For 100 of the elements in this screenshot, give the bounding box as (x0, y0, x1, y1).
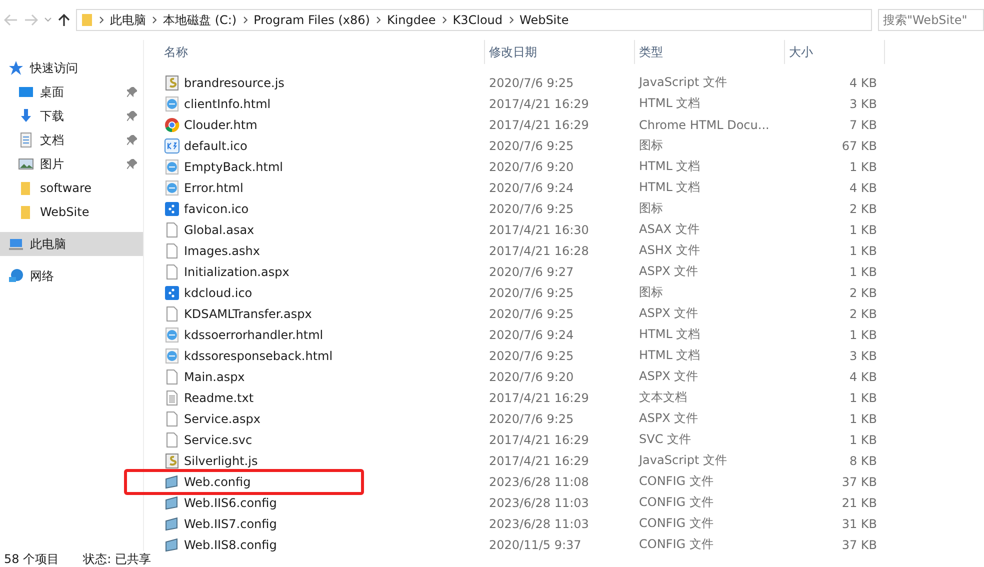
column-header[interactable]: 修改日期 (485, 40, 635, 64)
file-name[interactable]: Clouder.htm (184, 118, 258, 132)
browser-file-icon (164, 348, 180, 364)
up-arrow-icon[interactable] (58, 13, 70, 27)
file-name[interactable]: default.ico (184, 138, 248, 152)
chevron-icon (442, 16, 447, 24)
file-size: 4 KB (849, 180, 877, 194)
file-type: ASPX 文件 (639, 411, 698, 425)
blank-file-icon (164, 222, 180, 238)
search-field[interactable]: 搜索"WebSite" (878, 9, 984, 31)
file-name[interactable]: KDSAMLTransfer.aspx (184, 306, 312, 320)
sidebar-item[interactable]: 此电脑 (0, 232, 143, 256)
file-name[interactable]: Service.svc (184, 432, 252, 446)
ico-file-icon (164, 284, 180, 300)
column-header[interactable]: 名称 (160, 40, 485, 64)
file-type: ASPX 文件 (639, 306, 698, 320)
sidebar-item[interactable]: 图片 (0, 152, 143, 176)
file-size: 67 KB (842, 138, 877, 152)
file-name[interactable]: Silverlight.js (184, 454, 258, 468)
blank-file-icon (164, 368, 180, 384)
modified-date: 2020/7/6 9:24 (489, 328, 574, 342)
file-name[interactable]: Readme.txt (184, 390, 254, 404)
sidebar-label: WebSite (40, 205, 90, 219)
file-name[interactable]: Service.aspx (184, 412, 260, 426)
browser-file-icon (164, 326, 180, 342)
breadcrumb[interactable]: 此电脑 (110, 12, 146, 28)
file-size: 1 KB (849, 390, 877, 404)
column-header[interactable]: 大小 (785, 40, 885, 64)
blank-file-icon (164, 306, 180, 322)
file-type: 文本文档 (639, 390, 687, 404)
sidebar-item[interactable]: software (0, 176, 143, 200)
file-size: 3 KB (849, 348, 877, 362)
blank-file-icon (164, 264, 180, 280)
breadcrumb[interactable]: K3Cloud (452, 13, 503, 27)
file-type: CONFIG 文件 (639, 474, 714, 488)
blank-file-icon (164, 410, 180, 426)
file-type: CONFIG 文件 (639, 495, 714, 509)
file-name[interactable]: Web.config (184, 474, 251, 488)
breadcrumb[interactable]: Kingdee (386, 13, 436, 27)
file-size: 37 KB (842, 474, 877, 488)
file-size: 1 KB (849, 244, 877, 258)
browser-file-icon (164, 158, 180, 174)
file-size: 3 KB (849, 96, 877, 110)
file-name[interactable]: Web.IIS6.config (184, 496, 277, 510)
column-header[interactable]: 类型 (635, 40, 785, 64)
modified-date: 2020/11/5 9:37 (489, 538, 582, 552)
browser-file-icon (164, 96, 180, 112)
file-name[interactable]: brandresource.js (184, 76, 284, 90)
sidebar-item[interactable]: WebSite (0, 200, 143, 224)
breadcrumb[interactable]: WebSite (520, 13, 569, 27)
desktop-icon (18, 84, 34, 100)
file-name[interactable]: kdssoresponseback.html (184, 348, 333, 362)
dropdown-caret-icon[interactable] (44, 17, 52, 23)
forward-arrow-icon[interactable] (24, 14, 38, 26)
file-name[interactable]: Web.IIS8.config (184, 538, 277, 552)
address-bar[interactable]: 此电脑 本地磁盘 (C:) Program Files (x86) Kingdee K3Cloud WebSite (76, 9, 872, 31)
file-size: 1 KB (849, 160, 877, 174)
file-name[interactable]: Images.ashx (184, 244, 260, 258)
file-name[interactable]: kdssoerrorhandler.html (184, 328, 324, 342)
sidebar-item[interactable]: 桌面 (0, 80, 143, 104)
file-size: 1 KB (849, 432, 877, 446)
file-name[interactable]: Error.html (184, 180, 244, 194)
text-file-icon (164, 390, 180, 406)
file-size: 4 KB (849, 370, 877, 384)
file-type: HTML 文档 (639, 96, 700, 110)
modified-date: 2017/4/21 16:28 (489, 244, 589, 258)
file-name[interactable]: Global.asax (184, 222, 254, 236)
modified-date: 2020/7/6 9:20 (489, 370, 574, 384)
file-size: 1 KB (849, 222, 877, 236)
file-name[interactable]: favicon.ico (184, 202, 249, 216)
blank-file-icon (164, 432, 180, 448)
sidebar-item[interactable]: 文档 (0, 128, 143, 152)
modified-date: 2020/7/6 9:25 (489, 286, 574, 300)
breadcrumb[interactable]: Program Files (x86) (254, 13, 370, 27)
sidebar-label: software (40, 181, 93, 195)
file-size: 8 KB (849, 454, 877, 468)
file-name[interactable]: Initialization.aspx (184, 264, 290, 278)
file-size: 1 KB (849, 328, 877, 342)
file-name[interactable]: EmptyBack.html (184, 160, 283, 174)
item-count: 58 个项目 (4, 550, 60, 567)
file-name[interactable]: Web.IIS7.config (184, 516, 277, 530)
modified-date: 2020/7/6 9:27 (489, 264, 574, 278)
modified-date: 2020/7/6 9:20 (489, 160, 574, 174)
ico-file-icon (164, 138, 180, 154)
modified-date: 2017/4/21 16:29 (489, 432, 589, 446)
modified-date: 2023/6/28 11:08 (489, 474, 589, 488)
file-name[interactable]: clientInfo.html (184, 96, 271, 110)
sidebar-item[interactable]: 快速访问 (0, 56, 143, 80)
sidebar-item[interactable]: 网络 (0, 264, 143, 288)
sidebar-item[interactable]: 下载 (0, 104, 143, 128)
sidebar-label: 快速访问 (30, 60, 79, 76)
picture-icon (18, 156, 34, 172)
file-size: 1 KB (849, 264, 877, 278)
back-arrow-icon[interactable] (4, 14, 18, 26)
modified-date: 2020/7/6 9:25 (489, 412, 574, 426)
file-name[interactable]: Main.aspx (184, 370, 245, 384)
breadcrumb[interactable]: 本地磁盘 (C:) (163, 12, 237, 28)
config-file-icon (164, 474, 180, 490)
file-name[interactable]: kdcloud.ico (184, 286, 252, 300)
script-file-icon (164, 452, 180, 468)
